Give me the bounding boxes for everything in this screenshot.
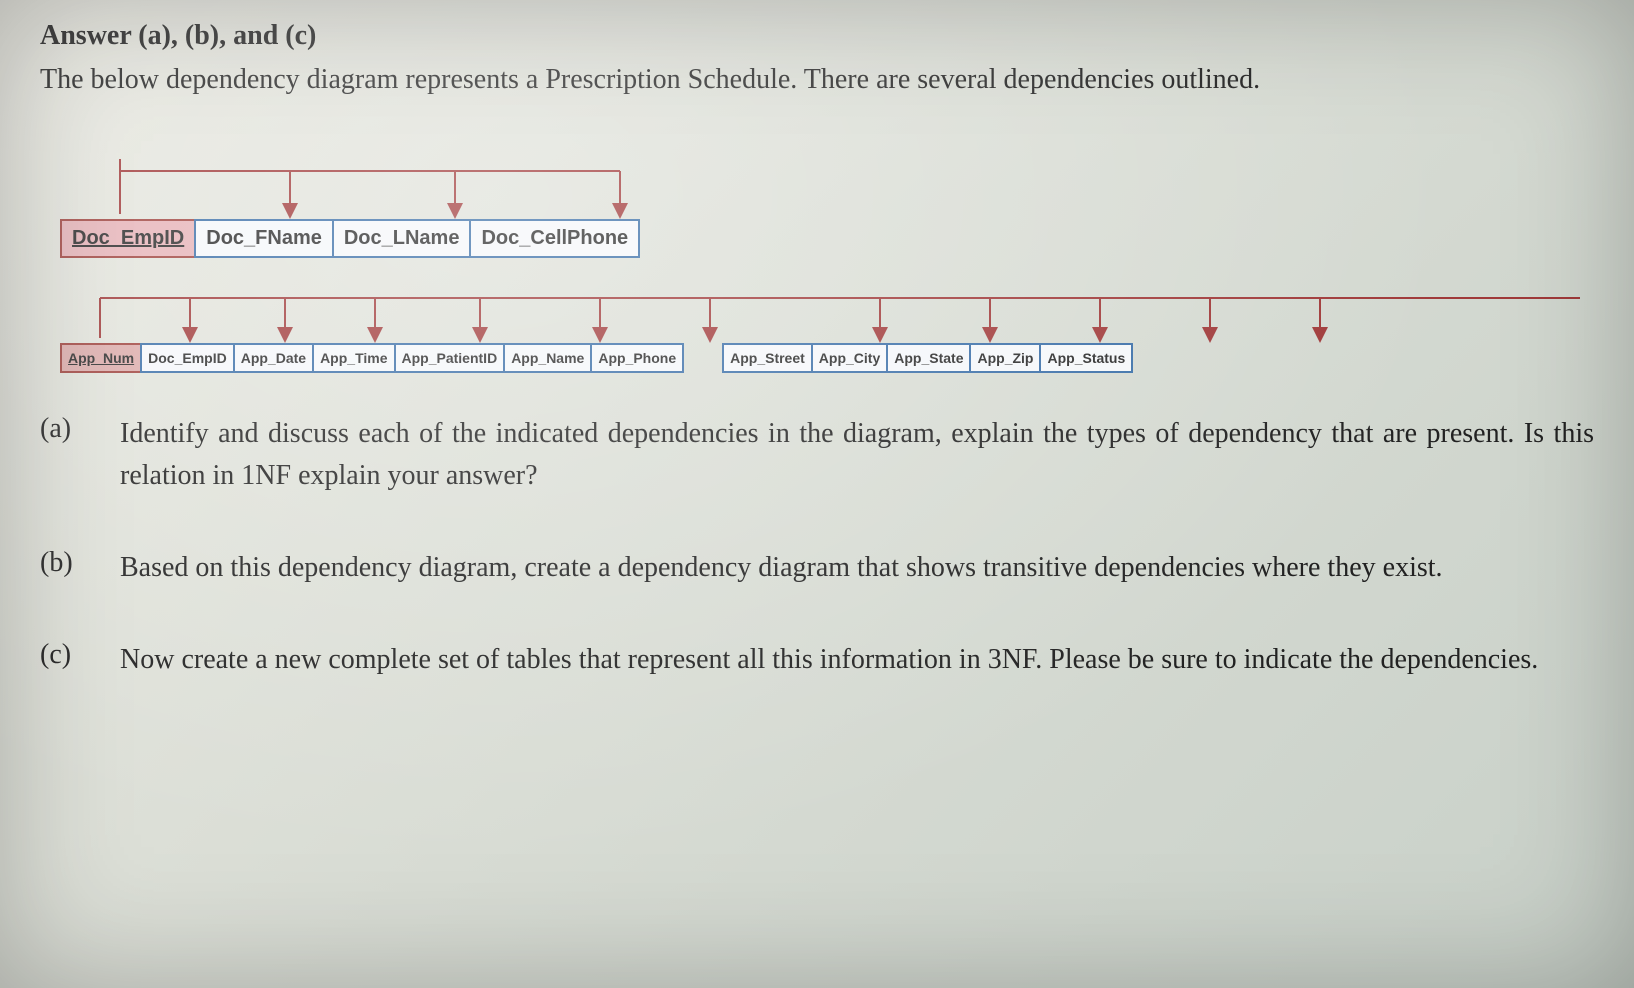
row1-arrows: [60, 159, 760, 219]
dependency-diagram: Doc_EmpID Doc_FName Doc_LName Doc_CellPh…: [40, 159, 1594, 373]
question-b-label: (b): [40, 547, 120, 579]
attr-doc-empid: Doc_EmpID: [140, 343, 235, 373]
question-c-text: Now create a new complete set of tables …: [120, 639, 1594, 681]
question-a: (a) Identify and discuss each of the ind…: [40, 413, 1594, 497]
attr-app-street: App_Street: [722, 343, 813, 373]
attr-app-time: App_Time: [312, 343, 395, 373]
attr-app-phone: App_Phone: [590, 343, 684, 373]
attr-app-state: App_State: [886, 343, 971, 373]
row2-cells: App_Num Doc_EmpID App_Date App_Time App_…: [60, 343, 1594, 373]
row2-arrows: [60, 288, 1620, 343]
attr-app-name: App_Name: [503, 343, 592, 373]
row1-cells: Doc_EmpID Doc_FName Doc_LName Doc_CellPh…: [60, 219, 1594, 258]
question-a-text: Identify and discuss each of the indicat…: [120, 413, 1594, 497]
question-b-text: Based on this dependency diagram, create…: [120, 547, 1594, 589]
attr-app-city: App_City: [811, 343, 888, 373]
attr-doc-fname: Doc_FName: [194, 219, 334, 258]
attr-doc-lname: Doc_LName: [332, 219, 472, 258]
attr-doc-cellphone: Doc_CellPhone: [469, 219, 640, 258]
attr-app-zip: App_Zip: [969, 343, 1041, 373]
intro-text: The below dependency diagram represents …: [40, 60, 1594, 99]
attr-app-patientid: App_PatientID: [394, 343, 506, 373]
attr-doc-empid-pk: Doc_EmpID: [60, 219, 196, 258]
question-c-label: (c): [40, 639, 120, 671]
attr-app-num-pk: App_Num: [60, 343, 142, 373]
question-c: (c) Now create a new complete set of tab…: [40, 639, 1594, 681]
question-b: (b) Based on this dependency diagram, cr…: [40, 547, 1594, 589]
attr-app-date: App_Date: [233, 343, 314, 373]
attr-app-status: App_Status: [1039, 343, 1133, 373]
heading: Answer (a), (b), and (c): [40, 20, 1594, 52]
questions: (a) Identify and discuss each of the ind…: [40, 413, 1594, 681]
question-a-label: (a): [40, 413, 120, 445]
